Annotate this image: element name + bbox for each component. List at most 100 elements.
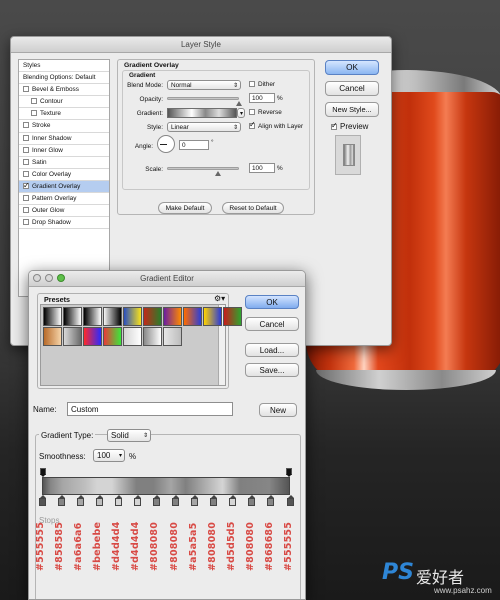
new-gradient-button[interactable]: New — [259, 403, 297, 417]
color-stop[interactable] — [133, 495, 141, 506]
angle-input[interactable]: 0 — [179, 140, 209, 150]
color-stop[interactable] — [172, 495, 180, 506]
reverse-checkbox[interactable]: Reverse — [249, 109, 282, 116]
color-stop[interactable] — [248, 495, 256, 506]
style-checkbox[interactable] — [23, 122, 29, 129]
zoom-window-button[interactable] — [57, 274, 65, 282]
styles-list-item[interactable]: Satin — [19, 157, 109, 169]
scale-slider-thumb[interactable] — [215, 171, 221, 176]
color-stop[interactable] — [191, 495, 199, 506]
style-checkbox[interactable] — [23, 195, 29, 202]
load-button[interactable]: Load... — [245, 343, 299, 357]
smoothness-select[interactable]: 100 ▾ — [93, 449, 125, 462]
blend-mode-select[interactable]: Normal ⇕ — [167, 80, 241, 90]
style-checkbox[interactable] — [23, 170, 29, 177]
preset-swatch[interactable] — [43, 327, 62, 346]
preset-swatch[interactable] — [143, 307, 162, 326]
gradient-bar[interactable] — [42, 477, 290, 495]
scale-slider[interactable] — [167, 167, 239, 170]
color-stop[interactable] — [95, 495, 103, 506]
styles-list-item[interactable]: Styles — [19, 60, 109, 73]
gradient-ok-button[interactable]: OK — [245, 295, 299, 309]
watermark-text: 爱好者 — [416, 568, 465, 587]
color-stop[interactable] — [114, 495, 122, 506]
angle-degree: ° — [211, 139, 214, 146]
gradient-picker[interactable] — [167, 108, 237, 118]
minimize-window-button[interactable] — [45, 274, 53, 282]
gradient-cancel-button[interactable]: Cancel — [245, 317, 299, 331]
styles-list-item[interactable]: Outer Glow — [19, 205, 109, 218]
styles-list-item[interactable]: Color Overlay — [19, 169, 109, 181]
styles-list-item[interactable]: Contour — [19, 96, 109, 109]
style-checkbox[interactable] — [23, 207, 29, 214]
scale-input[interactable]: 100 — [249, 163, 275, 173]
style-checkbox[interactable] — [23, 134, 29, 141]
preset-swatch[interactable] — [83, 307, 102, 326]
color-stop[interactable] — [267, 495, 275, 506]
style-checkbox[interactable] — [31, 110, 37, 117]
color-stop[interactable] — [57, 495, 65, 506]
styles-list-item[interactable]: Gradient Overlay — [19, 180, 109, 194]
preset-swatch[interactable] — [203, 307, 222, 326]
preset-swatch[interactable] — [183, 307, 202, 326]
styles-list-item[interactable]: Stroke — [19, 120, 109, 133]
opacity-slider[interactable] — [167, 97, 239, 100]
opacity-stop-right[interactable] — [286, 468, 292, 477]
preview-checkbox[interactable]: Preview — [331, 121, 368, 131]
styles-list-item[interactable]: Pattern Overlay — [19, 193, 109, 206]
preset-swatch[interactable] — [143, 327, 162, 346]
styles-list-item[interactable]: Inner Glow — [19, 145, 109, 157]
gradient-dropdown[interactable]: ▾ — [237, 108, 245, 118]
style-select[interactable]: Linear ⇕ — [167, 122, 241, 132]
styles-list-label: Bevel & Emboss — [32, 86, 79, 94]
preset-swatch[interactable] — [123, 327, 142, 346]
preset-swatch[interactable] — [83, 327, 102, 346]
style-checkbox[interactable] — [23, 146, 29, 153]
preset-swatch[interactable] — [123, 307, 142, 326]
style-checkbox[interactable] — [31, 98, 37, 105]
preset-swatch[interactable] — [103, 307, 122, 326]
style-checkbox[interactable] — [23, 219, 29, 226]
opacity-input[interactable]: 100 — [249, 93, 275, 103]
gradient-type-select[interactable]: Solid ⇕ — [107, 429, 151, 442]
styles-list-item[interactable]: Inner Shadow — [19, 133, 109, 145]
color-stop[interactable] — [152, 495, 160, 506]
color-stop[interactable] — [38, 495, 46, 506]
align-with-layer-checkbox[interactable]: Align with Layer — [249, 120, 303, 130]
reset-default-button[interactable]: Reset to Default — [222, 202, 284, 214]
styles-list-item[interactable]: Drop Shadow — [19, 217, 109, 230]
preset-swatch[interactable] — [163, 327, 182, 346]
new-style-button[interactable]: New Style... — [325, 102, 379, 117]
preset-swatch[interactable] — [63, 327, 82, 346]
opacity-stop-left[interactable] — [40, 468, 46, 477]
color-stop[interactable] — [76, 495, 84, 506]
close-window-button[interactable] — [33, 274, 41, 282]
angle-dial[interactable] — [157, 135, 175, 153]
color-stop[interactable] — [229, 495, 237, 506]
cancel-button[interactable]: Cancel — [325, 81, 379, 96]
preset-swatch[interactable] — [223, 307, 242, 326]
dither-checkbox[interactable]: Dither — [249, 81, 275, 88]
preset-swatch[interactable] — [163, 307, 182, 326]
preset-swatch[interactable] — [103, 327, 122, 346]
style-checkbox[interactable] — [23, 180, 30, 192]
preset-swatch[interactable] — [43, 307, 62, 326]
preset-swatch[interactable] — [63, 307, 82, 326]
style-checkbox[interactable] — [23, 86, 29, 93]
name-input[interactable]: Custom — [67, 402, 233, 416]
styles-list-item[interactable]: Texture — [19, 108, 109, 121]
gear-icon[interactable]: ⚙▾ — [214, 294, 225, 303]
presets-grid — [40, 304, 242, 386]
styles-list-label: Drop Shadow — [32, 219, 71, 227]
color-stop[interactable] — [286, 495, 294, 506]
styles-list-item[interactable]: Bevel & Emboss — [19, 84, 109, 97]
color-stop[interactable] — [210, 495, 218, 506]
presets-label: Presets — [44, 295, 70, 304]
styles-list-item[interactable]: Blending Options: Default — [19, 72, 109, 85]
ok-button[interactable]: OK — [325, 60, 379, 75]
save-button[interactable]: Save... — [245, 363, 299, 377]
make-default-button[interactable]: Make Default — [158, 202, 212, 214]
color-stop-hex: #868686 — [263, 521, 275, 571]
opacity-slider-thumb[interactable] — [236, 101, 242, 106]
style-checkbox[interactable] — [23, 158, 29, 165]
